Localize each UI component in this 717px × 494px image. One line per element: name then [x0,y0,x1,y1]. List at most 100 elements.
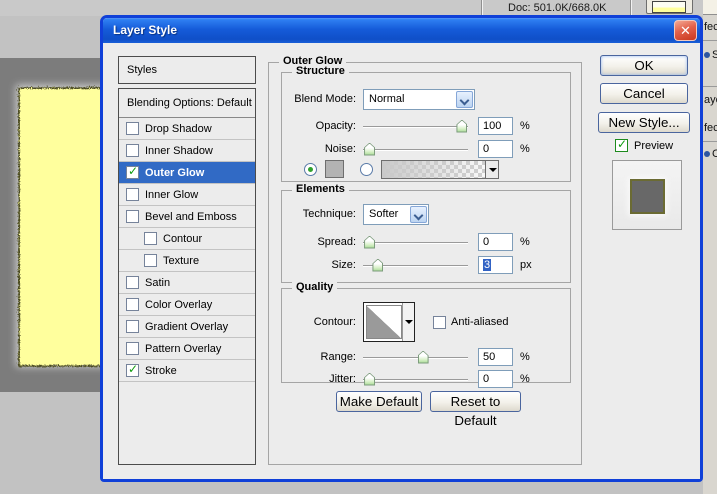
checkbox[interactable]: ✓ [126,144,139,157]
styles-list: Blending Options: Default ✓ Drop Shadow … [118,88,256,465]
styles-header: Styles [118,56,256,84]
spread-unit: % [520,236,530,248]
jitter-slider[interactable] [363,372,468,387]
opacity-slider-thumb[interactable] [456,120,467,133]
panel-tab-fragment: aye [704,94,717,106]
layer-thumbnail-button[interactable] [646,0,693,14]
gradient-picker[interactable] [381,160,499,179]
check-icon: ✓ [128,164,138,178]
list-item-drop-shadow[interactable]: ✓ Drop Shadow [119,118,255,140]
range-slider-thumb[interactable] [418,351,429,364]
checkbox[interactable]: ✓ [126,122,139,135]
anti-aliased-checkbox[interactable]: ✓ Anti-aliased [433,316,508,329]
panel-divider [703,86,717,87]
list-item-bevel-and-emboss[interactable]: ✓ Bevel and Emboss [119,206,255,228]
size-input[interactable]: 3 [478,256,513,274]
list-item-pattern-overlay[interactable]: ✓ Pattern Overlay [119,338,255,360]
dialog-title: Layer Style [113,23,177,37]
ok-button[interactable]: OK [600,55,688,76]
statusbar-divider [630,0,632,16]
artwork-yellow-rectangle [0,58,103,392]
checkbox[interactable]: ✓ [126,166,139,179]
checkbox[interactable]: ✓ [126,364,139,377]
list-item-satin[interactable]: ✓ Satin [119,272,255,294]
technique-select[interactable]: Softer [363,204,429,225]
statusbar-divider [481,0,483,16]
checkbox[interactable]: ✓ [126,298,139,311]
size-slider[interactable] [363,258,468,273]
panel-fragment-block [703,0,717,15]
list-item-inner-glow[interactable]: ✓ Inner Glow [119,184,255,206]
new-style-button[interactable]: New Style... [598,112,690,133]
spread-label: Spread: [282,236,356,248]
glow-color-swatch[interactable] [325,160,344,178]
solid-color-radio[interactable] [304,163,317,176]
background-panels-strip: fects St aye fects C [703,0,717,494]
chevron-down-icon[interactable] [410,206,427,223]
list-item-contour[interactable]: ✓ Contour [119,228,255,250]
checkbox[interactable]: ✓ [126,342,139,355]
jitter-unit: % [520,373,530,385]
list-item-texture[interactable]: ✓ Texture [119,250,255,272]
list-item-blending-options[interactable]: Blending Options: Default [119,89,255,118]
range-slider[interactable] [363,350,468,365]
quality-group: Quality Contour: ✓ Anti-aliased Range: [281,288,571,383]
blend-mode-select[interactable]: Normal [363,89,475,110]
checkbox[interactable]: ✓ [126,210,139,223]
dialog-titlebar[interactable]: Layer Style ✕ [103,18,700,43]
list-item-stroke[interactable]: ✓ Stroke [119,360,255,382]
preview-checkbox[interactable]: ✓ Preview [615,139,673,152]
gradient-radio[interactable] [360,163,373,176]
opacity-input[interactable]: 100 [478,117,513,135]
list-item-inner-shadow[interactable]: ✓ Inner Shadow [119,140,255,162]
blend-mode-label: Blend Mode: [282,93,356,105]
document-status-bar: Doc: 501.0K/668.0K [0,0,717,16]
noise-slider[interactable] [363,142,468,157]
panel-row-fragment: C [704,148,717,160]
preview-object [630,179,665,214]
spread-slider[interactable] [363,235,468,250]
opacity-label: Opacity: [282,120,356,132]
chevron-down-icon[interactable] [456,91,473,108]
make-default-button[interactable]: Make Default [336,391,422,412]
reset-to-default-button[interactable]: Reset to Default [430,391,521,412]
size-unit: px [520,259,532,271]
elements-group: Elements Technique: Softer Spread: 0 [281,190,571,283]
effect-preview-swatch [612,160,682,230]
check-icon: ✓ [617,137,627,151]
range-unit: % [520,351,530,363]
dialog-body: Styles Blending Options: Default ✓ Drop … [103,43,700,479]
checkbox[interactable]: ✓ [126,320,139,333]
panel-divider [703,141,717,142]
range-input[interactable]: 50 [478,348,513,366]
noise-input[interactable]: 0 [478,140,513,158]
contour-thumbnail [366,305,402,339]
checkbox[interactable]: ✓ [144,254,157,267]
opacity-slider[interactable] [363,119,468,134]
group-legend: Quality [292,281,337,293]
eye-icon [704,151,710,157]
contour-picker[interactable] [363,302,415,342]
outer-glow-panel: Outer Glow Structure Blend Mode: Normal … [268,62,582,465]
list-item-outer-glow[interactable]: ✓ Outer Glow [119,162,255,184]
panel-tab-fragment: fects [704,21,717,33]
checkbox[interactable]: ✓ [126,188,139,201]
checkbox[interactable]: ✓ [126,276,139,289]
spread-input[interactable]: 0 [478,233,513,251]
close-icon[interactable]: ✕ [674,20,697,41]
jitter-input[interactable]: 0 [478,370,513,388]
jitter-slider-thumb[interactable] [364,373,375,386]
noise-slider-thumb[interactable] [364,143,375,156]
size-slider-thumb[interactable] [372,259,383,272]
list-item-gradient-overlay[interactable]: ✓ Gradient Overlay [119,316,255,338]
list-item-color-overlay[interactable]: ✓ Color Overlay [119,294,255,316]
spread-slider-thumb[interactable] [364,236,375,249]
panel-divider [703,40,717,41]
gradient-dropdown-icon[interactable] [485,161,498,178]
cancel-button[interactable]: Cancel [600,83,688,104]
eye-icon [704,52,710,58]
size-label: Size: [282,259,356,271]
panel-row-fragment: St [704,49,717,61]
contour-dropdown-icon[interactable] [402,303,414,341]
checkbox[interactable]: ✓ [144,232,157,245]
